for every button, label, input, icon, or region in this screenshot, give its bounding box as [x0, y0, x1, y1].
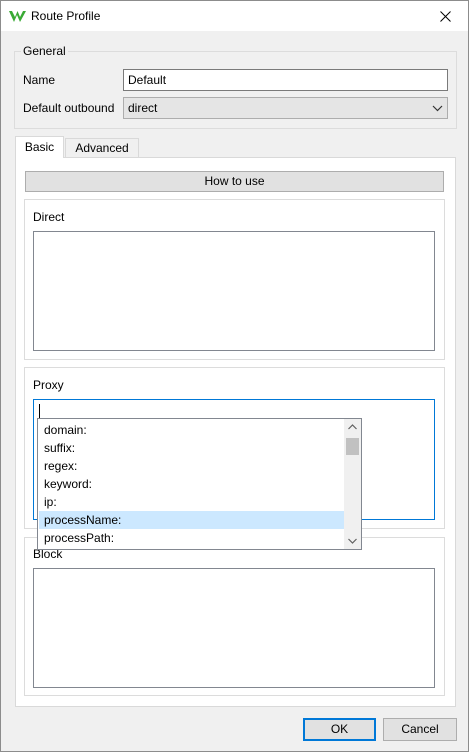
cancel-button[interactable]: Cancel [383, 718, 457, 741]
tab-advanced[interactable]: Advanced [65, 138, 139, 157]
scrollbar-thumb[interactable] [346, 438, 359, 455]
default-outbound-value: direct [128, 101, 158, 115]
direct-label: Direct [33, 210, 65, 224]
how-to-use-button[interactable]: How to use [25, 171, 444, 192]
scroll-down-arrow-icon[interactable] [344, 532, 361, 549]
scroll-up-arrow-icon[interactable] [344, 419, 361, 436]
autocomplete-item-selected[interactable]: processName: [39, 511, 344, 529]
autocomplete-item[interactable]: regex: [39, 457, 344, 475]
name-label: Name [23, 73, 56, 87]
text-caret [39, 404, 40, 418]
tab-basic[interactable]: Basic [15, 136, 64, 158]
general-legend: General [21, 44, 68, 58]
autocomplete-item[interactable]: processPath: [39, 529, 344, 547]
autocomplete-list: domain: suffix: regex: keyword: ip: proc… [37, 418, 362, 550]
close-button[interactable] [422, 1, 468, 31]
green-wing-logo-icon [9, 11, 26, 22]
route-profile-dialog: Route Profile General Name Default Defau… [0, 0, 469, 752]
autocomplete-item[interactable]: ip: [39, 493, 344, 511]
block-rules-textarea[interactable] [33, 568, 435, 688]
autocomplete-item[interactable]: suffix: [39, 439, 344, 457]
proxy-label: Proxy [33, 378, 64, 392]
autocomplete-scrollbar[interactable] [344, 419, 361, 549]
chevron-down-icon [432, 105, 443, 112]
direct-rules-textarea[interactable] [33, 231, 435, 351]
ok-button[interactable]: OK [303, 718, 376, 741]
title-bar[interactable]: Route Profile [1, 1, 468, 31]
default-outbound-select[interactable]: direct [123, 97, 448, 119]
default-outbound-label: Default outbound [23, 101, 115, 115]
window-title: Route Profile [31, 9, 101, 23]
name-field[interactable]: Default [123, 69, 448, 91]
autocomplete-item[interactable]: keyword: [39, 475, 344, 493]
autocomplete-item[interactable]: domain: [39, 421, 344, 439]
close-icon [439, 10, 451, 22]
